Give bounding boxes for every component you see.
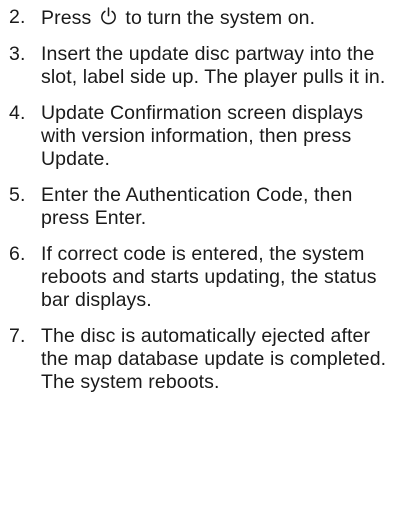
step-text: Enter the Authentication Code, then pres… [41, 184, 353, 229]
step-7: 7. The disc is automatically ejected aft… [0, 325, 400, 394]
step-text: If correct code is entered, the system r… [41, 243, 377, 311]
step-text: Insert the update disc partway into the … [41, 43, 386, 88]
step-text: The disc is automatically ejected after … [41, 325, 387, 393]
step-6: 6. If correct code is entered, the syste… [0, 243, 400, 312]
step-number: 3. [9, 43, 26, 65]
step-number: 5. [9, 184, 26, 206]
step-5: 5. Enter the Authentication Code, then p… [0, 184, 400, 230]
instruction-steps-list: 2. Press to turn the system on. 3. Inser… [0, 6, 400, 407]
power-icon [99, 6, 118, 26]
step-2: 2. Press to turn the system on. [0, 6, 400, 30]
step-number: 2. [9, 6, 26, 28]
step-text-before-icon: Press [41, 7, 92, 29]
step-3: 3. Insert the update disc partway into t… [0, 43, 400, 89]
step-text-after-icon: to turn the system on. [125, 7, 316, 29]
step-4: 4. Update Confirmation screen displays w… [0, 102, 400, 171]
step-text: Update Confirmation screen displays with… [41, 102, 364, 170]
step-number: 4. [9, 102, 26, 124]
step-number: 6. [9, 243, 26, 265]
step-number: 7. [9, 325, 26, 347]
